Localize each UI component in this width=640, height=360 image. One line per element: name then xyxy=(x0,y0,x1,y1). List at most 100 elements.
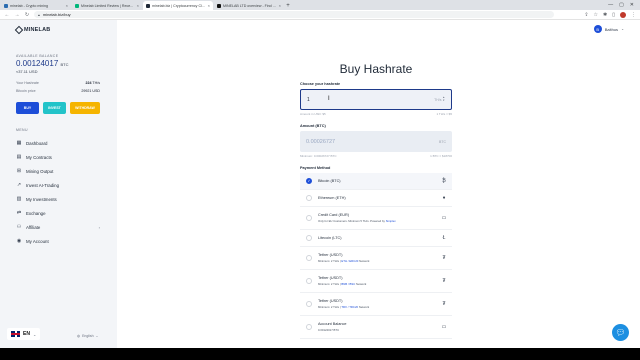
radio-button[interactable] xyxy=(306,255,312,261)
sidebar-item-label: My Contracts xyxy=(26,154,52,160)
bookmark-star-icon[interactable]: ☆ xyxy=(594,12,598,18)
sidebar-item[interactable]: ▥ My Investments xyxy=(16,192,100,206)
tether-icon: ₮ xyxy=(442,301,446,307)
radio-button[interactable] xyxy=(306,195,312,201)
back-icon[interactable]: ← xyxy=(4,12,10,18)
tab-close-icon[interactable]: × xyxy=(137,3,139,8)
logo[interactable]: MINELAB xyxy=(14,25,51,35)
tab-close-icon[interactable]: × xyxy=(279,3,281,8)
payment-method-option[interactable]: ✓ Bitcoin (BTC) ₿ xyxy=(300,173,452,190)
radio-button[interactable] xyxy=(306,324,312,330)
share-icon[interactable]: ⇪ xyxy=(584,12,588,18)
payment-method-label: Payment Method xyxy=(300,166,331,170)
browser-tabbar: minelab - Crypto mining × Minelab Limited … xyxy=(0,0,640,10)
amount-btc-value: 0.00026727 xyxy=(306,138,336,145)
btc-rate-hint: 1 BTC = $18700 xyxy=(430,154,452,158)
sidebar-item[interactable]: ⇄ Exchange xyxy=(16,206,100,220)
sidebar-item[interactable]: ▤ My Contracts xyxy=(16,150,100,164)
user-avatar: B xyxy=(593,25,602,33)
payment-method-note-link[interactable]: BNB / BSC xyxy=(341,282,355,286)
stepper-icon[interactable]: ▲ ▼ xyxy=(443,96,445,102)
close-window-icon[interactable]: ✕ xyxy=(630,2,634,8)
sidebar-item[interactable]: ⊞ Mining Output xyxy=(16,164,100,178)
user-menu[interactable]: B Balthus ⌄ xyxy=(593,25,624,33)
payment-method-note: 0.00124017 BTC xyxy=(318,328,434,332)
credit-card-icon: ▭ xyxy=(441,215,447,221)
bitcoin-icon: ₿ xyxy=(442,178,446,184)
maximize-icon[interactable]: ▢ xyxy=(619,2,624,8)
bitcoin-price-row: Bitcoin price 29921 USD xyxy=(16,89,100,93)
sidepanel-icon[interactable]: ▯ xyxy=(612,12,615,18)
payment-method-option[interactable]: Tether (USDT) Minimum: 2 TH/s | BNB / BSC… xyxy=(300,270,452,293)
sidebar-item-label: My Investments xyxy=(26,196,57,202)
globe-icon: ◍ xyxy=(77,334,81,338)
payment-method-note-link[interactable]: ETH / ERC20 xyxy=(341,259,358,263)
logo-text: MINELAB xyxy=(24,27,51,33)
browser-tab[interactable]: minelab - Crypto mining × xyxy=(1,1,71,10)
browser-menu-icon[interactable]: ⋮ xyxy=(631,12,636,18)
radio-button[interactable]: ✓ xyxy=(306,178,312,184)
language-switcher[interactable]: EN ⌄ xyxy=(7,328,41,340)
payment-method-note: Minimum: 2 TH/s | BNB / BSC Network xyxy=(318,282,434,286)
radio-button[interactable] xyxy=(306,215,312,221)
payment-method-option[interactable]: Credit Card (EUR) Only for EU Customers. … xyxy=(300,207,452,230)
tab-favicon-icon xyxy=(4,3,8,8)
account-icon: ◉ xyxy=(16,238,22,244)
tab-close-icon[interactable]: × xyxy=(66,3,68,8)
payment-method-option[interactable]: Tether (USDT) Minimum: 2 TH/s | ETH / ERC… xyxy=(300,247,452,270)
main-content: B Balthus ⌄ Buy Hashrate Choose your has… xyxy=(117,20,640,348)
payment-method-name: Ethereum (ETH) xyxy=(318,196,346,200)
sidebar-item[interactable]: ↗ Invest AI-Trading xyxy=(16,178,100,192)
language-select[interactable]: ◍ English ⌄ xyxy=(77,334,98,338)
chat-bubble-icon[interactable]: 💬︎ xyxy=(612,324,629,341)
radio-button[interactable] xyxy=(306,301,312,307)
browser-tab[interactable]: Minelab Limited Review | Rece... × xyxy=(72,1,142,10)
tab-close-icon[interactable]: × xyxy=(208,3,210,8)
window-controls: — ▢ ✕ xyxy=(608,2,640,8)
mining-output-icon: ⊞ xyxy=(16,168,22,174)
sidebar-actions: BUY INVEST WITHDRAW xyxy=(16,102,100,114)
language-code: EN xyxy=(23,331,30,337)
radio-button[interactable] xyxy=(306,235,312,241)
radio-button[interactable] xyxy=(306,278,312,284)
your-hashrate-row: Your Hashrate 224 TH/s xyxy=(16,81,100,85)
amount-btc-label: Amount (BTC) xyxy=(300,124,326,128)
sidebar-item-label: Mining Output xyxy=(26,168,54,174)
forward-icon[interactable]: → xyxy=(14,12,20,18)
buy-button[interactable]: BUY xyxy=(16,102,39,114)
payment-method-option[interactable]: Account Balance 0.00124017 BTC ▭ xyxy=(300,316,452,339)
payment-method-note-link[interactable]: TRX / TRC20 xyxy=(341,305,358,309)
page-title: Buy Hashrate xyxy=(339,62,413,76)
dashboard-icon: ▦ xyxy=(16,140,22,146)
address-bar[interactable]: 🔒︎ minelab.biz/buy xyxy=(34,11,554,18)
payment-method-list: ✓ Bitcoin (BTC) ₿ Ethereum (ETH) ♦ Credit Car… xyxy=(300,173,452,339)
invest-button[interactable]: INVEST xyxy=(43,102,66,114)
payment-method-name: Tether (USDT) xyxy=(318,253,343,258)
hashrate-input[interactable]: 1 I TH/s ▲ ▼ xyxy=(300,89,452,110)
reload-icon[interactable]: ↻ xyxy=(24,12,30,18)
screen-bottom-edge xyxy=(0,348,640,360)
ethereum-icon: ♦ xyxy=(442,195,446,201)
sidebar-item[interactable]: ⚇ Affiliate › xyxy=(16,220,100,234)
choose-hashrate-label: Choose your hashrate xyxy=(300,82,341,86)
payment-method-option[interactable]: Tether (USDT) Minimum: 2 TH/s | TRX / TRC… xyxy=(300,293,452,316)
new-tab-button[interactable]: + xyxy=(284,1,292,10)
sidebar-item[interactable]: ◉ My Account xyxy=(16,234,100,248)
profile-avatar[interactable] xyxy=(620,11,626,18)
withdraw-button[interactable]: WITHDRAW xyxy=(70,102,100,114)
menu-label: MENU xyxy=(16,128,28,132)
trading-icon: ↗ xyxy=(16,182,22,188)
sidebar-item[interactable]: ▦ Dashboard xyxy=(16,136,100,150)
payment-method-option[interactable]: Ethereum (ETH) ♦ xyxy=(300,190,452,207)
payment-method-note-text: Minimum: 2 TH/s | xyxy=(318,304,342,309)
browser-tab[interactable]: MINELAB LTD overview - Find a... × xyxy=(214,1,284,10)
browser-tab[interactable]: minelab.biz | Cryptocurrency Cl... × xyxy=(143,1,213,10)
minimize-icon[interactable]: — xyxy=(608,2,613,8)
tether-icon: ₮ xyxy=(442,255,446,261)
payment-method-note-link[interactable]: Simplex xyxy=(386,219,396,223)
payment-method-note: Only for EU Customers. Minimum 5 TH/s. P… xyxy=(318,219,434,223)
payment-method-option[interactable]: Litecoin (LTC) Ł xyxy=(300,230,452,247)
extensions-icon[interactable]: ✱ xyxy=(603,12,607,18)
payment-method-note: Minimum: 2 TH/s | ETH / ERC20 Network xyxy=(318,259,434,263)
tab-favicon-icon xyxy=(146,3,150,8)
